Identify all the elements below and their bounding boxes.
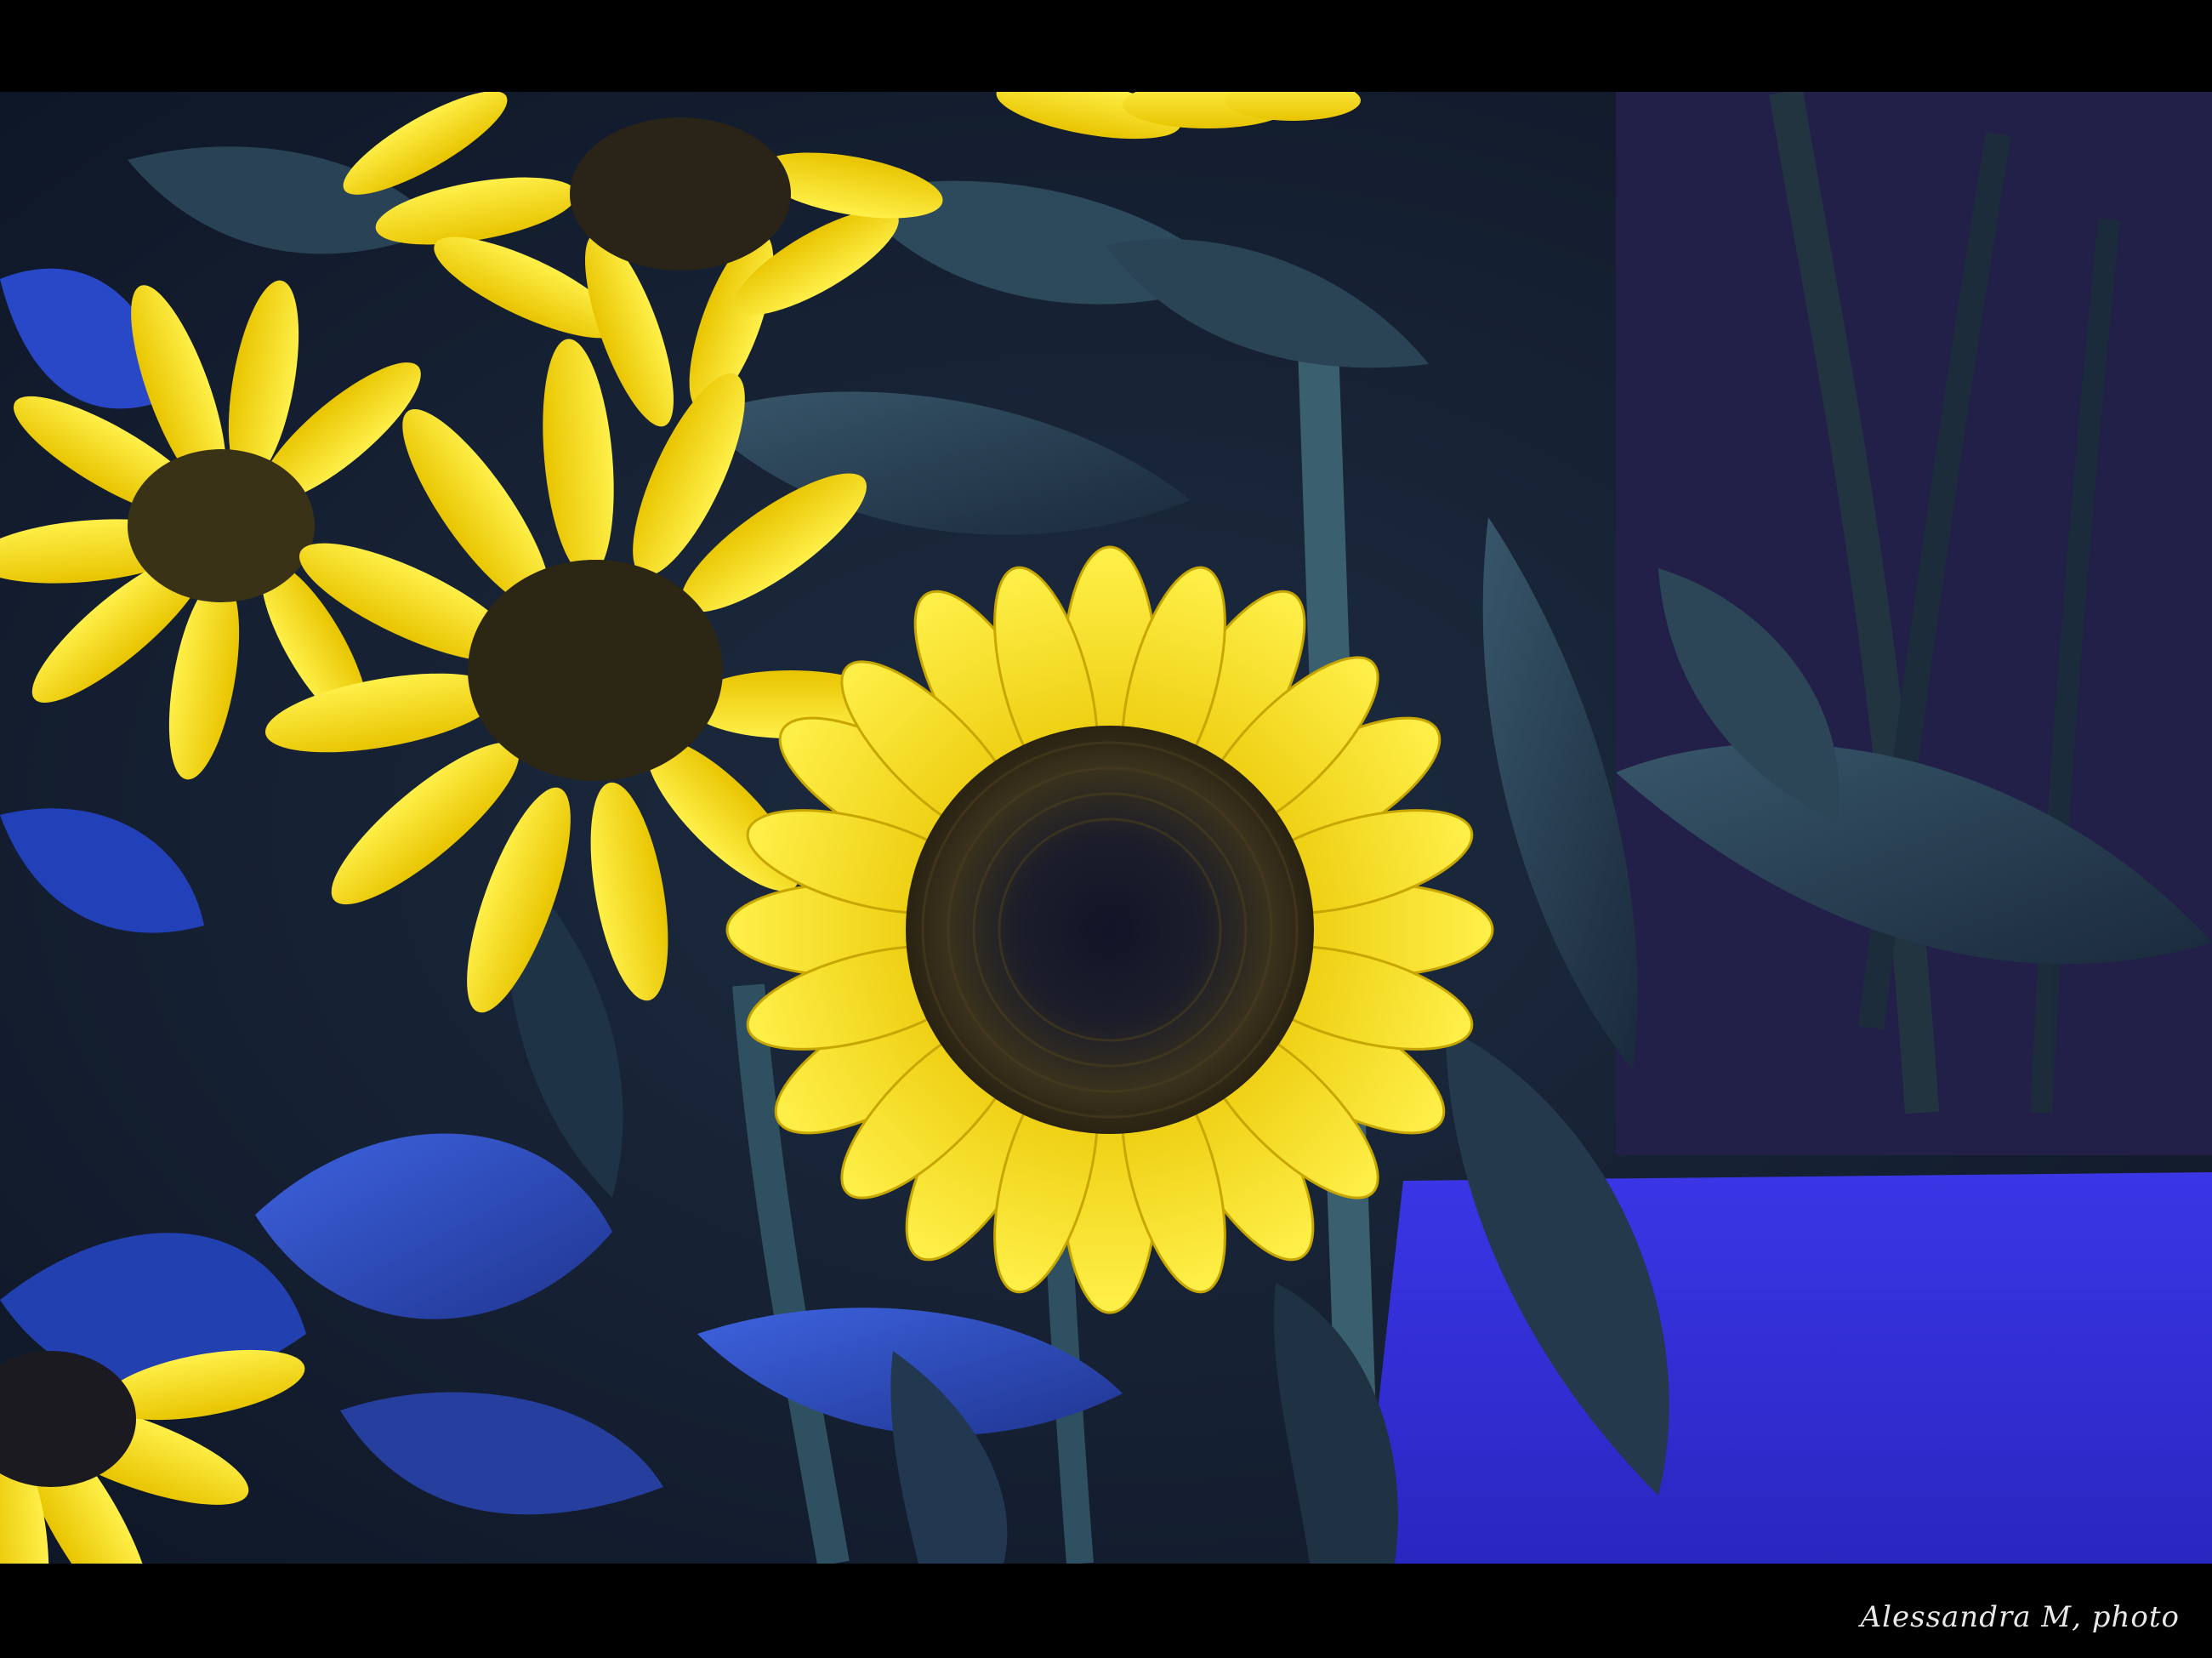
photo-credit: Alessandra M, photo [1860, 1600, 2180, 1634]
sunflower-photo [0, 92, 2212, 1564]
sunflower-disk [906, 726, 1314, 1134]
sunflower-illustration [0, 92, 2212, 1564]
letterbox-frame [0, 0, 2212, 1658]
